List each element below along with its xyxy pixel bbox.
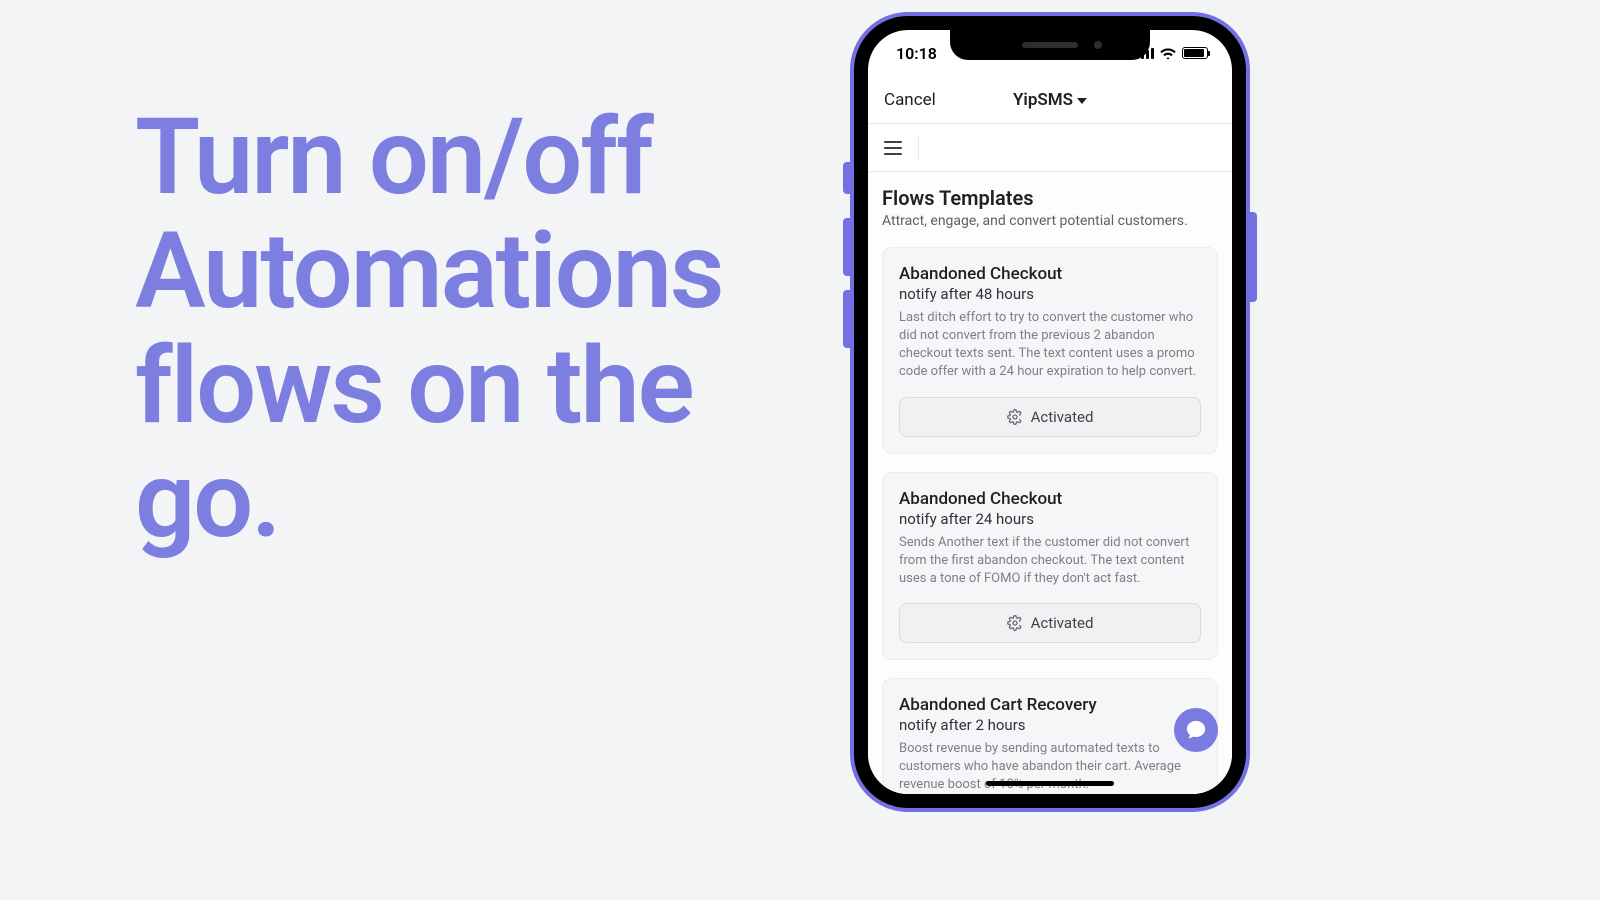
page-title: Flows Templates	[882, 186, 1218, 210]
chat-fab[interactable]	[1174, 708, 1218, 752]
menu-icon[interactable]	[884, 141, 902, 155]
gear-icon	[1007, 615, 1023, 631]
gear-icon	[1007, 409, 1023, 425]
flow-card-title: Abandoned Cart Recovery	[899, 695, 1201, 715]
marketing-headline: Turn on/off Automations flows on the go.	[135, 100, 815, 558]
divider	[918, 136, 919, 160]
content-scroll[interactable]: Flows Templates Attract, engage, and con…	[868, 172, 1232, 794]
wifi-icon	[1160, 47, 1176, 59]
app-title-dropdown[interactable]: YipSMS	[1013, 90, 1087, 110]
flow-card-description: Last ditch effort to try to convert the …	[899, 309, 1201, 381]
page-subtitle: Attract, engage, and convert potential c…	[882, 212, 1218, 231]
status-time: 10:18	[896, 44, 937, 63]
flow-card-subtitle: notify after 48 hours	[899, 285, 1201, 303]
cancel-button[interactable]: Cancel	[884, 90, 936, 110]
phone-mockup: 10:18 Cancel YipSMS	[850, 12, 1250, 812]
activated-label: Activated	[1031, 408, 1094, 426]
activated-label: Activated	[1031, 614, 1094, 632]
flow-card-description: Sends Another text if the customer did n…	[899, 534, 1201, 588]
flow-card-subtitle: notify after 24 hours	[899, 510, 1201, 528]
flow-card-title: Abandoned Checkout	[899, 489, 1201, 509]
activated-button[interactable]: Activated	[899, 397, 1201, 437]
chevron-down-icon	[1077, 98, 1087, 104]
chat-icon	[1185, 719, 1207, 741]
activated-button[interactable]: Activated	[899, 603, 1201, 643]
flow-card[interactable]: Abandoned Cart Recovery notify after 2 h…	[882, 678, 1218, 794]
flow-card[interactable]: Abandoned Checkout notify after 48 hours…	[882, 247, 1218, 454]
sub-toolbar	[868, 124, 1232, 172]
battery-icon	[1182, 47, 1208, 59]
app-navbar: Cancel YipSMS	[868, 76, 1232, 124]
app-title: YipSMS	[1013, 90, 1073, 110]
flow-card-subtitle: notify after 2 hours	[899, 716, 1201, 734]
phone-notch	[950, 30, 1150, 60]
flow-card-title: Abandoned Checkout	[899, 264, 1201, 284]
flow-card[interactable]: Abandoned Checkout notify after 24 hours…	[882, 472, 1218, 661]
home-indicator[interactable]	[986, 781, 1114, 786]
